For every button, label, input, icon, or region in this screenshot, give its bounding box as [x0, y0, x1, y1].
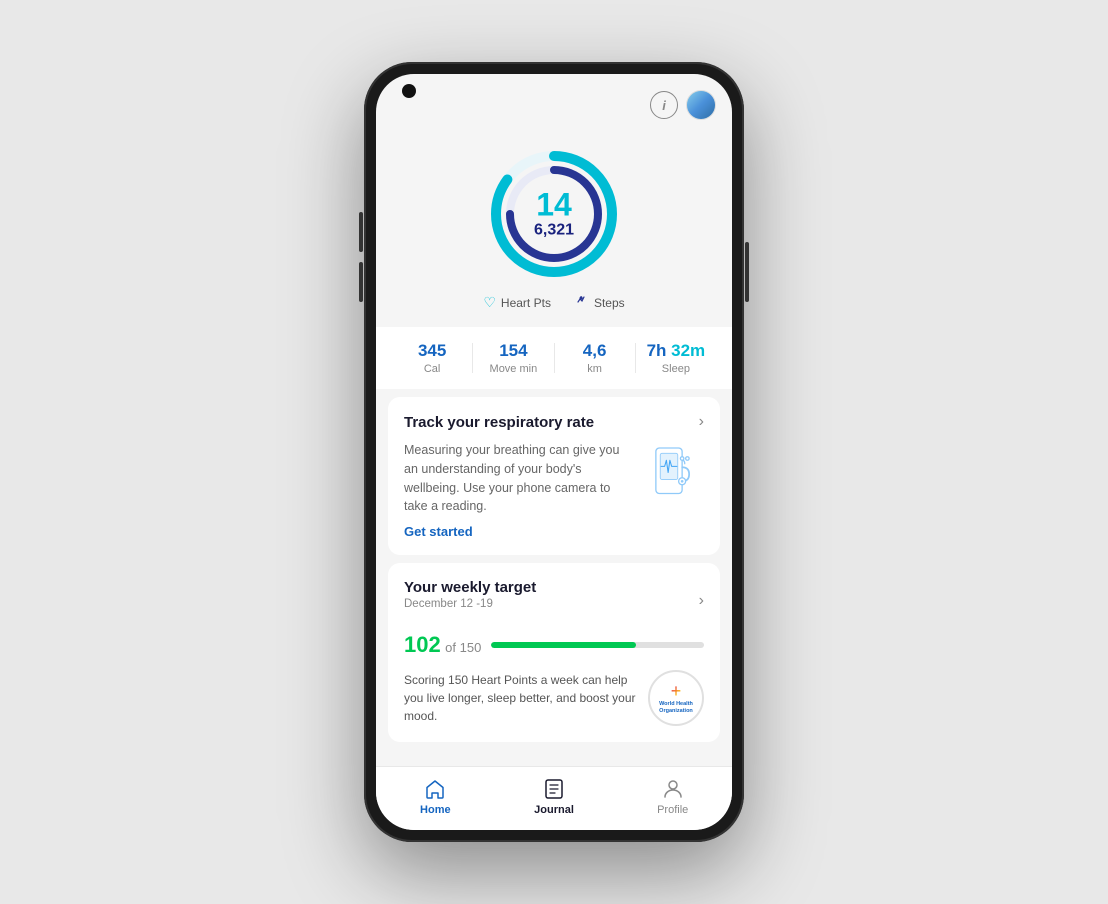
nav-profile[interactable]: Profile: [613, 773, 732, 820]
nav-journal[interactable]: Journal: [495, 773, 614, 820]
km-value: 4,6: [555, 341, 635, 361]
weekly-target-title: Your weekly target: [404, 579, 536, 596]
get-started-link[interactable]: Get started: [404, 524, 622, 539]
steps-legend-label: Steps: [594, 296, 625, 310]
weekly-target-card: Your weekly target December 12 -19 › 102…: [388, 563, 720, 742]
home-icon: [423, 777, 447, 801]
weekly-target-title-col: Your weekly target December 12 -19: [404, 579, 536, 622]
steps-value: 6,321: [534, 220, 574, 239]
scroll-content[interactable]: 14 6,321 ♡ Heart Pts: [376, 74, 732, 766]
legend-row: ♡ Heart Pts Steps: [483, 294, 624, 311]
info-button[interactable]: i: [650, 91, 678, 119]
target-number-group: 102 of 150: [404, 632, 481, 658]
weekly-target-chevron[interactable]: ›: [699, 592, 704, 610]
camera-dot: [402, 84, 416, 98]
avatar[interactable]: [686, 90, 716, 120]
sleep-minutes: 32m: [671, 341, 705, 360]
stat-sleep: 7h 32m Sleep: [636, 341, 716, 375]
phone-screen: i: [376, 74, 732, 830]
sleep-value: 7h 32m: [636, 341, 716, 361]
activity-ring-section: 14 6,321 ♡ Heart Pts: [376, 124, 732, 327]
target-description: Scoring 150 Heart Points a week can help…: [404, 671, 638, 725]
respiratory-title: Track your respiratory rate: [404, 414, 594, 431]
who-plus-icon: +: [671, 682, 682, 700]
phone-frame: i: [364, 62, 744, 842]
progress-bar-background: [491, 642, 704, 648]
sleep-hours: 7h: [647, 341, 672, 360]
home-label: Home: [420, 804, 451, 816]
target-current: 102: [404, 632, 441, 657]
progress-bar-fill: [491, 642, 636, 648]
heart-pts-legend: ♡ Heart Pts: [483, 294, 551, 311]
power-button: [745, 242, 749, 302]
respiratory-chevron[interactable]: ›: [699, 413, 704, 431]
weekly-target-header: Your weekly target December 12 -19 ›: [404, 579, 704, 622]
km-label: km: [555, 363, 635, 375]
respiratory-illustration: [634, 441, 704, 516]
weekly-target-subtitle: December 12 -19: [404, 598, 536, 610]
stat-km: 4,6 km: [555, 341, 635, 375]
heart-icon: ♡: [483, 294, 496, 311]
nav-home[interactable]: Home: [376, 773, 495, 820]
cal-label: Cal: [392, 363, 472, 375]
target-progress-row: 102 of 150: [404, 632, 704, 658]
profile-icon: [661, 777, 685, 801]
top-icons-row: i: [650, 90, 716, 120]
cal-value: 345: [392, 341, 472, 361]
profile-label: Profile: [657, 804, 688, 816]
journal-icon: [542, 777, 566, 801]
respiratory-card-body: Measuring your breathing can give you an…: [404, 441, 704, 539]
volume-down-button: [359, 262, 363, 302]
move-min-value: 154: [473, 341, 553, 361]
target-separator: of: [445, 640, 459, 655]
respiratory-description: Measuring your breathing can give you an…: [404, 441, 622, 516]
sleep-label: Sleep: [636, 363, 716, 375]
respiratory-card: Track your respiratory rate › Measuring …: [388, 397, 720, 555]
respiratory-text-col: Measuring your breathing can give you an…: [404, 441, 622, 539]
ring-center: 14 6,321: [534, 188, 574, 239]
respiratory-card-header: Track your respiratory rate ›: [404, 413, 704, 431]
steps-legend: Steps: [575, 294, 625, 311]
target-total: 150: [460, 640, 482, 655]
steps-icon: [575, 294, 589, 311]
who-badge: + World HealthOrganization: [648, 670, 704, 726]
ring-chart: 14 6,321: [484, 144, 624, 284]
avatar-image: [687, 91, 715, 119]
volume-up-button: [359, 212, 363, 252]
stat-move-min: 154 Move min: [473, 341, 553, 375]
journal-label: Journal: [534, 804, 574, 816]
heart-pts-legend-label: Heart Pts: [501, 296, 551, 310]
heart-pts-value: 14: [534, 188, 574, 220]
who-label: World HealthOrganization: [659, 701, 693, 714]
target-bottom-row: Scoring 150 Heart Points a week can help…: [404, 670, 704, 726]
move-min-label: Move min: [473, 363, 553, 375]
bottom-nav: Home Journal: [376, 766, 732, 830]
stats-row: 345 Cal 154 Move min 4,6 km 7h 32m: [376, 327, 732, 389]
stat-cal: 345 Cal: [392, 341, 472, 375]
